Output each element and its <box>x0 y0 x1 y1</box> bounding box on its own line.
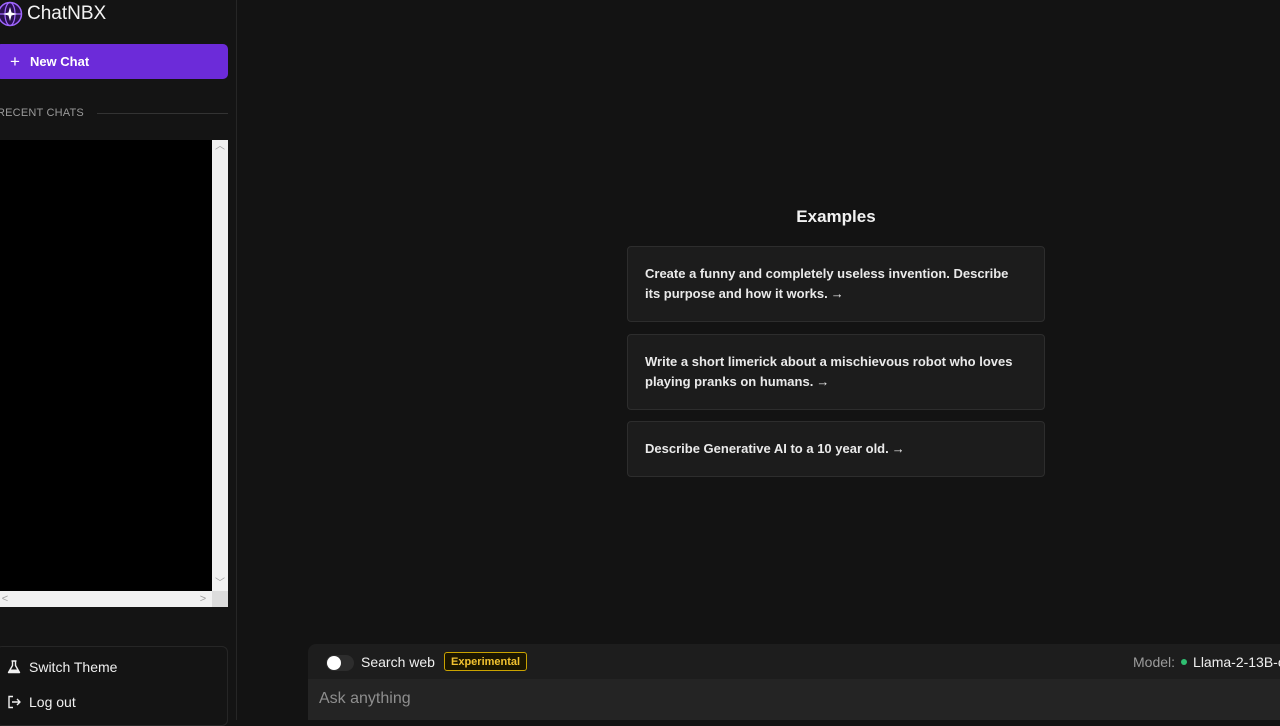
recent-chats-heading: RECENT CHATS <box>0 107 84 119</box>
example-text: Describe Generative AI to a 10 year old.… <box>645 441 905 456</box>
example-text: Write a short limerick about a mischievo… <box>645 354 1013 389</box>
horizontal-scrollbar[interactable]: < > <box>0 591 212 607</box>
ask-input[interactable] <box>308 679 1280 720</box>
app-logo[interactable]: ChatNBX <box>0 0 106 28</box>
chat-input-panel: Search web Experimental Model: Llama-2-13… <box>308 644 1280 720</box>
example-card[interactable]: Describe Generative AI to a 10 year old.… <box>627 421 1045 477</box>
switch-theme-button[interactable]: Switch Theme <box>7 659 117 675</box>
switch-theme-label: Switch Theme <box>29 659 118 675</box>
vertical-scrollbar[interactable]: ︿ ﹀ <box>212 140 228 591</box>
sidebar: ChatNBX + New Chat RECENT CHATS ︿ ﹀ < > … <box>0 0 237 726</box>
example-text: Create a funny and completely useless in… <box>645 266 1009 301</box>
flask-icon <box>7 660 21 674</box>
scroll-down-icon[interactable]: ﹀ <box>215 579 225 589</box>
model-selector[interactable]: Model: Llama-2-13B-chat <box>1133 654 1280 670</box>
app-name: ChatNBX <box>27 3 107 24</box>
arrow-right-icon: → <box>891 441 905 456</box>
status-dot-icon <box>1181 659 1188 665</box>
examples-heading: Examples <box>796 207 876 226</box>
recent-chats-list[interactable]: ︿ ﹀ < > <box>0 140 228 607</box>
logout-label: Log out <box>29 694 76 710</box>
divider <box>97 113 228 114</box>
model-name: Llama-2-13B-chat <box>1193 654 1280 670</box>
scrollbar-corner <box>212 591 228 607</box>
example-card[interactable]: Create a funny and completely useless in… <box>627 246 1045 322</box>
new-chat-button[interactable]: + New Chat <box>0 44 228 79</box>
logout-icon <box>8 695 21 709</box>
globe-logo-icon <box>0 1 23 27</box>
arrow-right-icon: → <box>830 286 844 301</box>
plus-icon: + <box>10 52 20 71</box>
logout-button[interactable]: Log out <box>7 694 76 710</box>
model-label: Model: <box>1133 654 1176 670</box>
new-chat-label: New Chat <box>29 54 90 69</box>
experimental-badge: Experimental <box>444 652 528 671</box>
scroll-left-icon[interactable]: < <box>0 593 10 605</box>
search-web-toggle[interactable] <box>326 655 354 671</box>
scroll-right-icon[interactable]: > <box>198 593 208 605</box>
sidebar-footer: Switch Theme Log out <box>0 646 228 726</box>
scroll-up-icon[interactable]: ︿ <box>215 142 225 152</box>
arrow-right-icon: → <box>816 374 830 389</box>
toggle-knob <box>327 656 341 670</box>
example-card[interactable]: Write a short limerick about a mischievo… <box>627 334 1045 410</box>
search-web-label: Search web <box>361 654 435 670</box>
